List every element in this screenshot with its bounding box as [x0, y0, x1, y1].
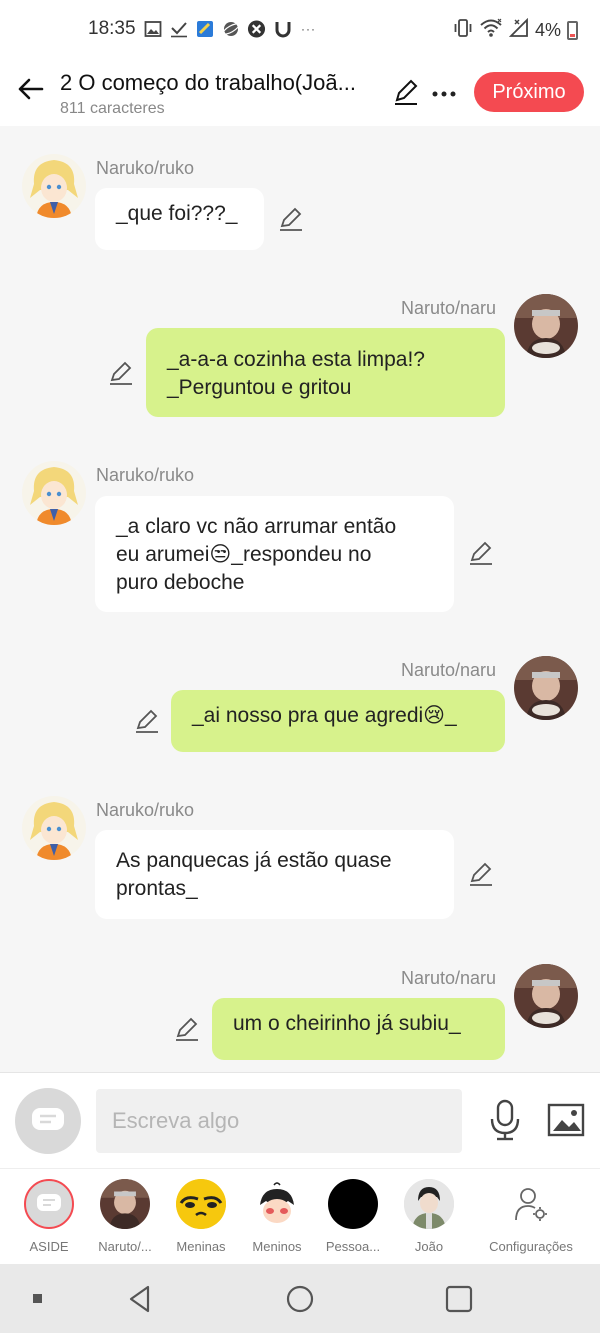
message-bubble[interactable]: As panquecas já estão quase prontas_	[95, 830, 454, 919]
chapter-header: 2 O começo do trabalho(Joã... 811 caract…	[0, 58, 600, 126]
message-line: eu arumei😒_respondeu no	[116, 543, 372, 566]
status-bar: 18:35 ··· 4%	[0, 0, 600, 58]
avatar	[404, 1179, 454, 1229]
battery-icon	[567, 21, 578, 40]
back-triangle-icon[interactable]	[126, 1284, 154, 1314]
sender-name: Naruko/ruko	[96, 158, 195, 178]
message-line: _a-a-a cozinha esta limpa!?	[167, 348, 425, 371]
check-icon	[169, 19, 188, 38]
character-label: ASIDE	[29, 1239, 69, 1254]
avatar	[252, 1179, 302, 1229]
chapter-title[interactable]: 2 O começo do trabalho(Joã...	[60, 70, 380, 96]
vibrate-icon	[453, 19, 473, 42]
message-input[interactable]	[96, 1089, 462, 1153]
message-bubble[interactable]: _ai nosso pra que agredi😢_	[171, 690, 505, 752]
sender-name: Naruko/ruko	[96, 465, 195, 485]
edit-message-icon[interactable]	[468, 861, 494, 887]
character-joao[interactable]: João	[393, 1179, 465, 1254]
aside-toggle-button[interactable]	[15, 1088, 81, 1154]
image-icon[interactable]	[547, 1103, 585, 1137]
recents-square-icon[interactable]	[444, 1284, 474, 1314]
u-icon	[273, 19, 292, 38]
status-time: 18:35	[88, 18, 136, 39]
compose-bar	[0, 1072, 600, 1168]
message-line: puro deboche	[116, 571, 245, 594]
character-label: Configurações	[489, 1239, 573, 1254]
chat-bubble-icon	[32, 1108, 64, 1130]
message-line: _Perguntou e gritou	[167, 376, 352, 399]
signal-icon	[508, 17, 529, 43]
message-line: um o cheirinho já subiu_	[233, 1012, 461, 1035]
globe-icon	[221, 19, 240, 38]
character-pessoa[interactable]: Pessoa...	[317, 1179, 389, 1254]
sender-name: Naruto/naru	[401, 298, 497, 318]
settings-button[interactable]: Configurações	[484, 1179, 578, 1254]
next-button[interactable]: Próximo	[474, 72, 584, 112]
message-bubble[interactable]: _a-a-a cozinha esta limpa!? _Perguntou e…	[146, 328, 505, 417]
status-system-icons: 4%	[453, 17, 578, 43]
avatar-naruko[interactable]	[22, 154, 86, 218]
character-label: João	[414, 1239, 444, 1254]
character-meninos[interactable]: Meninos	[241, 1179, 313, 1254]
microphone-icon[interactable]	[486, 1099, 524, 1141]
xbox-icon	[247, 19, 266, 38]
message-bubble[interactable]: _a claro vc não arrumar então eu arumei😒…	[95, 496, 454, 612]
message-line: _ai nosso pra que agredi😢_	[192, 704, 457, 727]
character-meninas[interactable]: Meninas	[165, 1179, 237, 1254]
app-icon	[195, 19, 214, 38]
status-notification-icons: ···	[143, 19, 318, 38]
sender-name: Naruto/naru	[401, 660, 497, 680]
message-line: prontas_	[116, 877, 198, 900]
avatar	[100, 1179, 150, 1229]
system-nav-bar	[0, 1264, 600, 1333]
message-line: _que foi???_	[116, 202, 238, 225]
sender-name: Naruko/ruko	[96, 800, 195, 820]
edit-message-icon[interactable]	[468, 540, 494, 566]
gallery-icon	[143, 19, 162, 38]
avatar-naruko[interactable]	[22, 796, 86, 860]
avatar	[328, 1179, 378, 1229]
character-label: Naruto/...	[98, 1239, 152, 1254]
more-options-icon[interactable]	[432, 86, 456, 98]
sender-name: Naruto/naru	[401, 968, 497, 988]
avatar-naruto[interactable]	[514, 294, 578, 358]
wifi-icon	[479, 18, 503, 43]
edit-message-icon[interactable]	[134, 708, 160, 734]
chat-area[interactable]: Naruko/ruko _que foi???_ Naruto/naru _a-…	[0, 126, 600, 1072]
edit-message-icon[interactable]	[174, 1016, 200, 1042]
message-bubble[interactable]: um o cheirinho já subiu_	[212, 998, 505, 1060]
avatar-naruko[interactable]	[22, 461, 86, 525]
character-label: Pessoa...	[325, 1239, 381, 1254]
home-circle-icon[interactable]	[285, 1284, 315, 1314]
edit-message-icon[interactable]	[108, 360, 134, 386]
character-naruto[interactable]: Naruto/...	[89, 1179, 161, 1254]
avatar-naruto[interactable]	[514, 964, 578, 1028]
avatar	[176, 1179, 226, 1229]
settings-icon	[506, 1179, 556, 1229]
more-dots-icon: ···	[301, 21, 316, 36]
message-line: _a claro vc não arrumar então	[116, 515, 397, 538]
avatar-naruto[interactable]	[514, 656, 578, 720]
message-bubble[interactable]: _que foi???_	[95, 188, 264, 250]
character-count: 811 caracteres	[60, 100, 165, 117]
character-bar: ASIDE Naruto/... Meninas Meninos Pessoa.…	[0, 1168, 600, 1264]
message-line: As panquecas já estão quase	[116, 849, 392, 872]
aside-avatar	[24, 1179, 74, 1229]
edit-pencil-icon[interactable]	[392, 78, 420, 106]
character-label: Meninas	[176, 1239, 226, 1254]
battery-level: 4%	[534, 20, 561, 40]
menu-square-icon[interactable]	[32, 1293, 44, 1305]
character-label: Meninos	[252, 1239, 302, 1254]
edit-message-icon[interactable]	[278, 206, 304, 232]
character-aside[interactable]: ASIDE	[13, 1179, 85, 1254]
back-arrow-icon[interactable]	[14, 72, 48, 106]
